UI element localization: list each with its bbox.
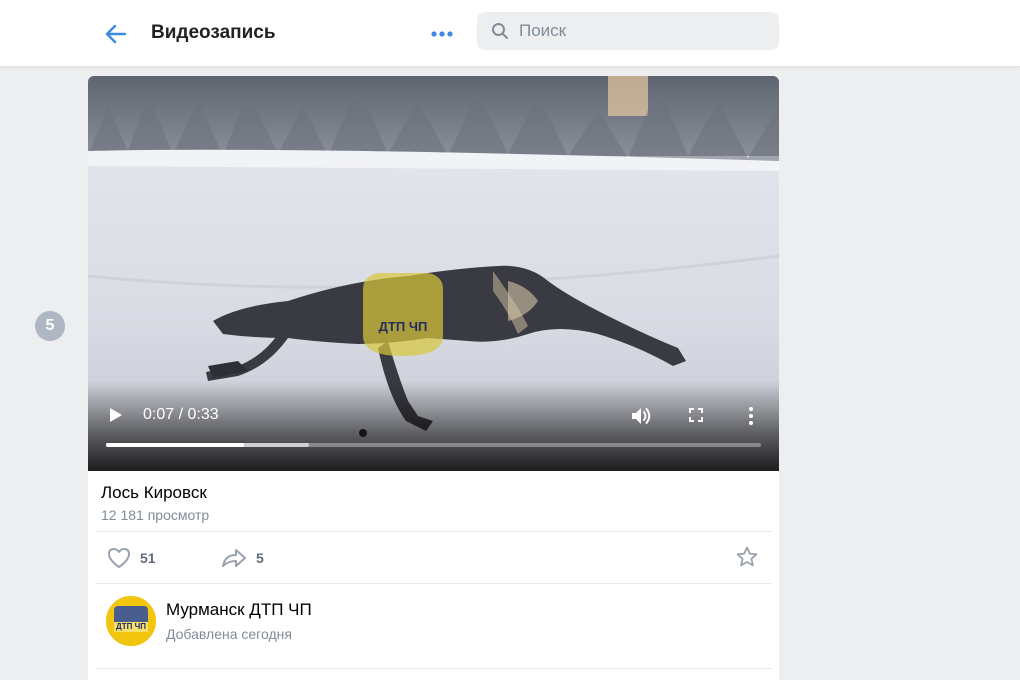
author-logo-icon: ДТП ЧП [106, 596, 156, 646]
volume-icon [632, 408, 651, 424]
fullscreen-button[interactable] [684, 403, 708, 427]
more-options-button[interactable] [426, 20, 458, 48]
progress-bar[interactable] [106, 443, 761, 447]
author-avatar[interactable]: ДТП ЧП [106, 596, 156, 646]
added-date: Добавлена сегодня [166, 626, 292, 642]
search-input[interactable] [517, 20, 761, 42]
volume-button[interactable] [628, 403, 654, 429]
page-title: Видеозапись [151, 22, 276, 43]
share-arrow-icon [222, 549, 246, 567]
divider [95, 668, 772, 669]
like-count: 51 [140, 550, 156, 566]
video-player[interactable]: ДТП ЧП 0:07 / 0:33 [88, 76, 779, 471]
top-bar: Видеозапись [0, 0, 1020, 67]
author-name[interactable]: Мурманск ДТП ЧП [166, 600, 312, 620]
watermark-logo: ДТП ЧП [363, 273, 443, 356]
arrow-left-icon [105, 24, 127, 44]
played-range [106, 443, 244, 447]
like-button[interactable]: 51 [106, 546, 156, 570]
notification-counter[interactable]: 5 [35, 311, 65, 341]
video-title: Лось Кировск [101, 483, 207, 502]
star-icon [736, 546, 758, 567]
svg-text:ДТП ЧП: ДТП ЧП [116, 622, 146, 631]
fullscreen-icon [689, 408, 703, 422]
share-count: 5 [256, 550, 264, 566]
divider [95, 531, 772, 532]
controls-overlay [88, 381, 779, 471]
search-icon [492, 23, 508, 39]
watermark-text: ДТП ЧП [379, 319, 428, 334]
play-icon [110, 408, 122, 422]
heart-icon [108, 548, 130, 568]
bookmark-button[interactable] [735, 545, 759, 574]
more-horizontal-icon [431, 31, 453, 37]
search-box[interactable] [477, 12, 779, 50]
time-display: 0:07 / 0:33 [143, 406, 219, 423]
play-button[interactable] [105, 402, 127, 428]
back-button[interactable] [100, 18, 132, 50]
more-vertical-icon [749, 407, 753, 425]
view-count: 12 181 просмотр [101, 507, 210, 523]
video-card: ДТП ЧП 0:07 / 0:33 Лось Кировск 12 181 п… [88, 76, 779, 680]
divider [95, 583, 772, 584]
player-more-button[interactable] [740, 403, 762, 429]
share-button[interactable]: 5 [220, 546, 264, 570]
